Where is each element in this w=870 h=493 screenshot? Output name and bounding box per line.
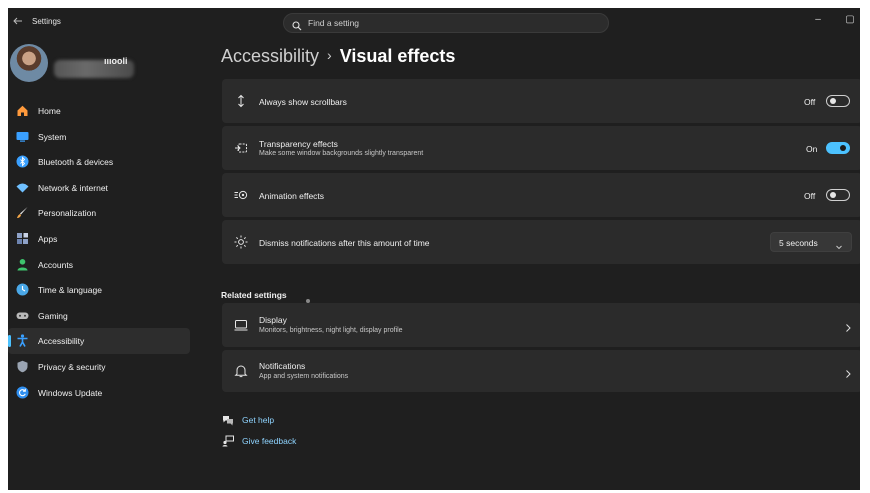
sidebar-item-label: Privacy & security bbox=[38, 361, 106, 372]
related-settings-heading: Related settings bbox=[221, 290, 287, 300]
sidebar-item-apps[interactable]: Apps bbox=[8, 226, 190, 252]
avatar[interactable] bbox=[10, 44, 48, 82]
page-title: Visual effects bbox=[339, 46, 456, 66]
dropdown-selected-value: 5 seconds bbox=[779, 238, 818, 248]
active-indicator bbox=[8, 335, 11, 348]
related-notifications-card[interactable]: Notifications App and system notificatio… bbox=[222, 350, 860, 392]
sidebar-item-home[interactable]: Home bbox=[8, 98, 190, 124]
search-icon bbox=[292, 18, 302, 31]
sidebar-item-accounts[interactable]: Accounts bbox=[8, 252, 190, 278]
sidebar-item-accessibility[interactable]: Accessibility bbox=[8, 328, 190, 354]
notification-timeout-dropdown[interactable]: 5 seconds bbox=[770, 232, 852, 252]
notification-timeout-setting-card: Dismiss notifications after this amount … bbox=[222, 220, 860, 264]
animation-toggle-state: Off bbox=[804, 191, 816, 201]
animation-icon bbox=[234, 188, 248, 202]
home-icon bbox=[16, 104, 29, 117]
sidebar-item-label: System bbox=[38, 131, 67, 142]
sidebar-item-network[interactable]: Network & internet bbox=[8, 175, 190, 201]
scrollbars-setting-title: Always show scrollbars bbox=[259, 97, 347, 107]
update-icon bbox=[16, 386, 29, 399]
sidebar-item-privacy-security[interactable]: Privacy & security bbox=[8, 354, 190, 380]
help-chat-icon bbox=[222, 414, 234, 426]
breadcrumb: Accessibility › Visual effects bbox=[221, 46, 455, 67]
back-arrow-icon[interactable] bbox=[12, 15, 26, 29]
gaming-icon bbox=[16, 309, 29, 322]
related-notifications-title: Notifications bbox=[259, 361, 306, 371]
related-display-title: Display bbox=[259, 315, 287, 325]
toggle-knob bbox=[830, 192, 836, 198]
accessibility-icon bbox=[16, 334, 29, 348]
chevron-right-icon bbox=[844, 366, 852, 378]
title-bar: Settings – ▢ bbox=[8, 8, 860, 38]
breadcrumb-parent[interactable]: Accessibility bbox=[221, 46, 319, 66]
transparency-icon bbox=[234, 141, 248, 155]
brush-icon bbox=[16, 206, 29, 219]
apps-icon bbox=[16, 232, 29, 245]
sidebar-item-personalization[interactable]: Personalization bbox=[8, 200, 190, 226]
transparency-toggle-state: On bbox=[806, 144, 818, 154]
transparency-setting-description: Make some window backgrounds slightly tr… bbox=[259, 150, 424, 157]
sidebar-item-system[interactable]: System bbox=[8, 124, 190, 150]
scrollbars-toggle-state: Off bbox=[804, 97, 816, 107]
sidebar-item-label: Apps bbox=[38, 233, 58, 244]
sidebar-item-label: Accounts bbox=[38, 259, 73, 270]
search-input[interactable] bbox=[308, 16, 598, 30]
chevron-right-icon bbox=[844, 320, 852, 332]
sidebar-item-label: Windows Update bbox=[38, 387, 103, 398]
time-language-icon bbox=[16, 283, 29, 296]
search-box[interactable] bbox=[283, 13, 609, 33]
scrollbars-setting-card: Always show scrollbars Off bbox=[222, 79, 860, 123]
display-icon bbox=[234, 318, 248, 332]
toggle-knob bbox=[830, 98, 836, 104]
sidebar-item-time-language[interactable]: Time & language bbox=[8, 277, 190, 303]
notification-timeout-title: Dismiss notifications after this amount … bbox=[259, 238, 430, 248]
toggle-knob bbox=[840, 145, 846, 151]
system-icon bbox=[16, 130, 29, 143]
network-icon bbox=[16, 181, 29, 194]
sidebar-item-label: Time & language bbox=[38, 285, 102, 296]
accounts-icon bbox=[16, 258, 29, 271]
chevron-down-icon bbox=[835, 238, 843, 250]
sidebar-item-label: Gaming bbox=[38, 310, 68, 321]
related-display-description: Monitors, brightness, night light, displ… bbox=[259, 327, 403, 334]
sidebar-item-label: Home bbox=[38, 106, 61, 116]
transparency-setting-card: Transparency effects Make some window ba… bbox=[222, 126, 860, 170]
sidebar-item-windows-update[interactable]: Windows Update bbox=[8, 380, 190, 406]
bell-icon bbox=[234, 364, 248, 378]
shield-icon bbox=[16, 360, 29, 373]
transparency-toggle[interactable] bbox=[826, 142, 850, 154]
sidebar-item-label: Personalization bbox=[38, 208, 97, 219]
give-feedback-label: Give feedback bbox=[242, 436, 297, 446]
animation-setting-card: Animation effects Off bbox=[222, 173, 860, 217]
sidebar-item-label: Bluetooth & devices bbox=[38, 157, 114, 168]
sidebar-item-bluetooth[interactable]: Bluetooth & devices bbox=[8, 149, 190, 175]
sun-icon bbox=[234, 235, 248, 249]
animation-setting-title: Animation effects bbox=[259, 191, 325, 201]
related-notifications-description: App and system notifications bbox=[259, 373, 349, 380]
sidebar-item-gaming[interactable]: Gaming bbox=[8, 303, 190, 329]
related-display-card[interactable]: Display Monitors, brightness, night ligh… bbox=[222, 303, 860, 347]
app-title: Settings bbox=[32, 17, 61, 26]
maximize-button[interactable]: ▢ bbox=[842, 14, 858, 26]
user-name: ıııooli bbox=[104, 56, 128, 66]
breadcrumb-separator: › bbox=[327, 47, 332, 63]
settings-window: Settings – ▢ ıııooli Home System bbox=[8, 8, 860, 490]
animation-toggle[interactable] bbox=[826, 189, 850, 201]
sidebar-item-label: Accessibility bbox=[38, 336, 85, 347]
feedback-icon bbox=[222, 435, 234, 447]
transparency-setting-title: Transparency effects bbox=[259, 139, 338, 149]
sidebar-item-label: Network & internet bbox=[38, 182, 108, 193]
scrollbar-icon bbox=[234, 94, 248, 108]
scrollbars-toggle[interactable] bbox=[826, 95, 850, 107]
sidebar-nav: Home System Bluetooth & devices Network … bbox=[8, 98, 190, 405]
get-help-label: Get help bbox=[242, 415, 275, 425]
minimize-button[interactable]: – bbox=[810, 14, 826, 26]
bluetooth-icon bbox=[16, 155, 29, 168]
